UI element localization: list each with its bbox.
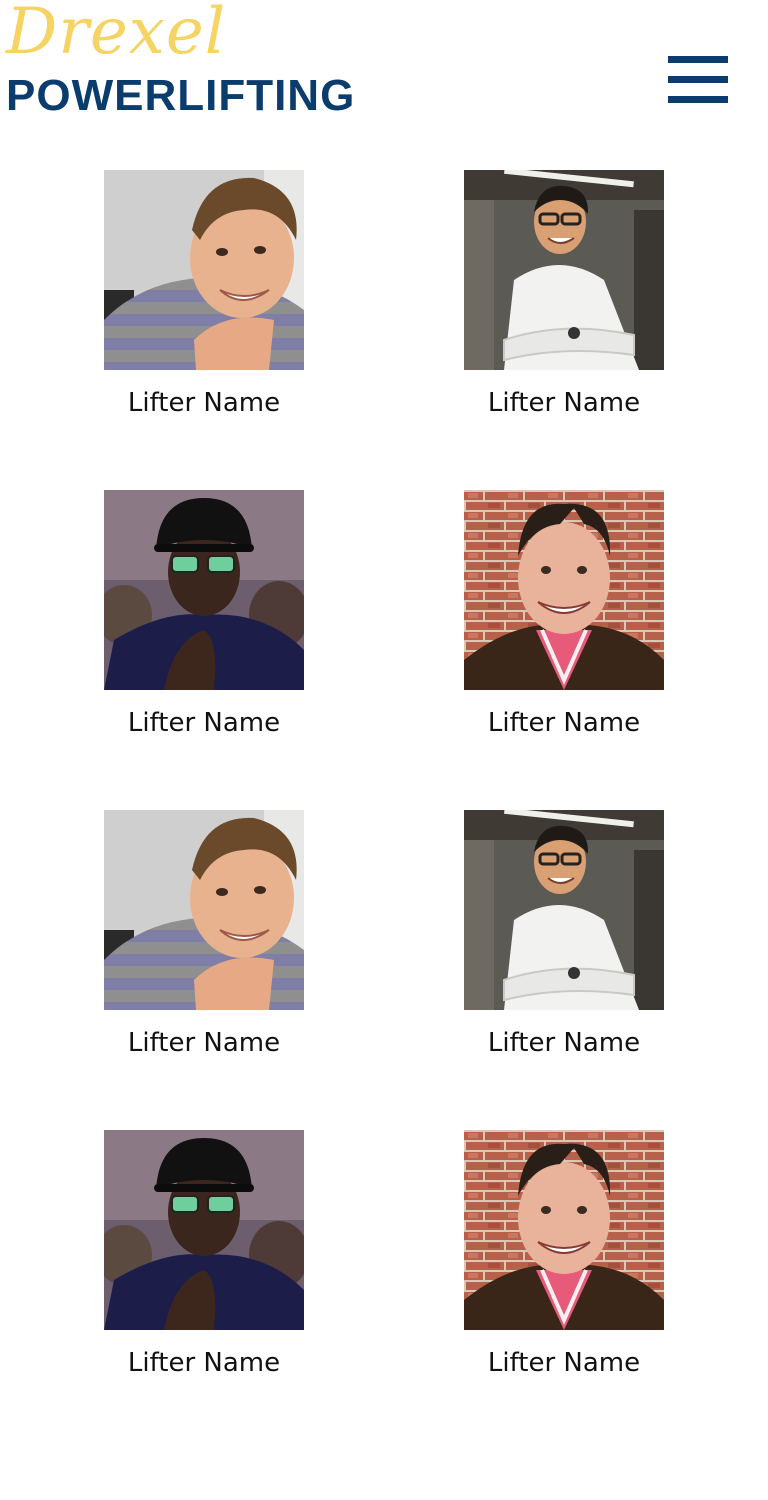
lifter-name: Lifter Name: [487, 1028, 641, 1058]
lifter-name: Lifter Name: [127, 388, 281, 418]
lifter-photo: [104, 810, 304, 1010]
lifter-name: Lifter Name: [127, 708, 281, 738]
lifter-name: Lifter Name: [487, 388, 641, 418]
menu-bar: [668, 76, 728, 83]
logo-wordmark: POWERLIFTING: [6, 71, 356, 120]
lifter-photo: [464, 810, 664, 1010]
lifter-photo: [464, 490, 664, 690]
lifter-photo: [464, 1130, 664, 1330]
lifter-name: Lifter Name: [127, 1348, 281, 1378]
logo-script-text: Drexel: [6, 0, 227, 69]
hamburger-menu-icon[interactable]: [668, 56, 728, 104]
menu-bar: [668, 96, 728, 103]
site-logo[interactable]: Drexel POWERLIFTING: [6, 0, 396, 120]
lifter-name: Lifter Name: [487, 1348, 641, 1378]
lifter-photo: [104, 170, 304, 370]
lifter-photo: [104, 1130, 304, 1330]
lifter-name: Lifter Name: [127, 1028, 281, 1058]
lifter-photo: [464, 170, 664, 370]
lifter-name: Lifter Name: [487, 708, 641, 738]
lifter-photo: [104, 490, 304, 690]
menu-bar: [668, 56, 728, 63]
